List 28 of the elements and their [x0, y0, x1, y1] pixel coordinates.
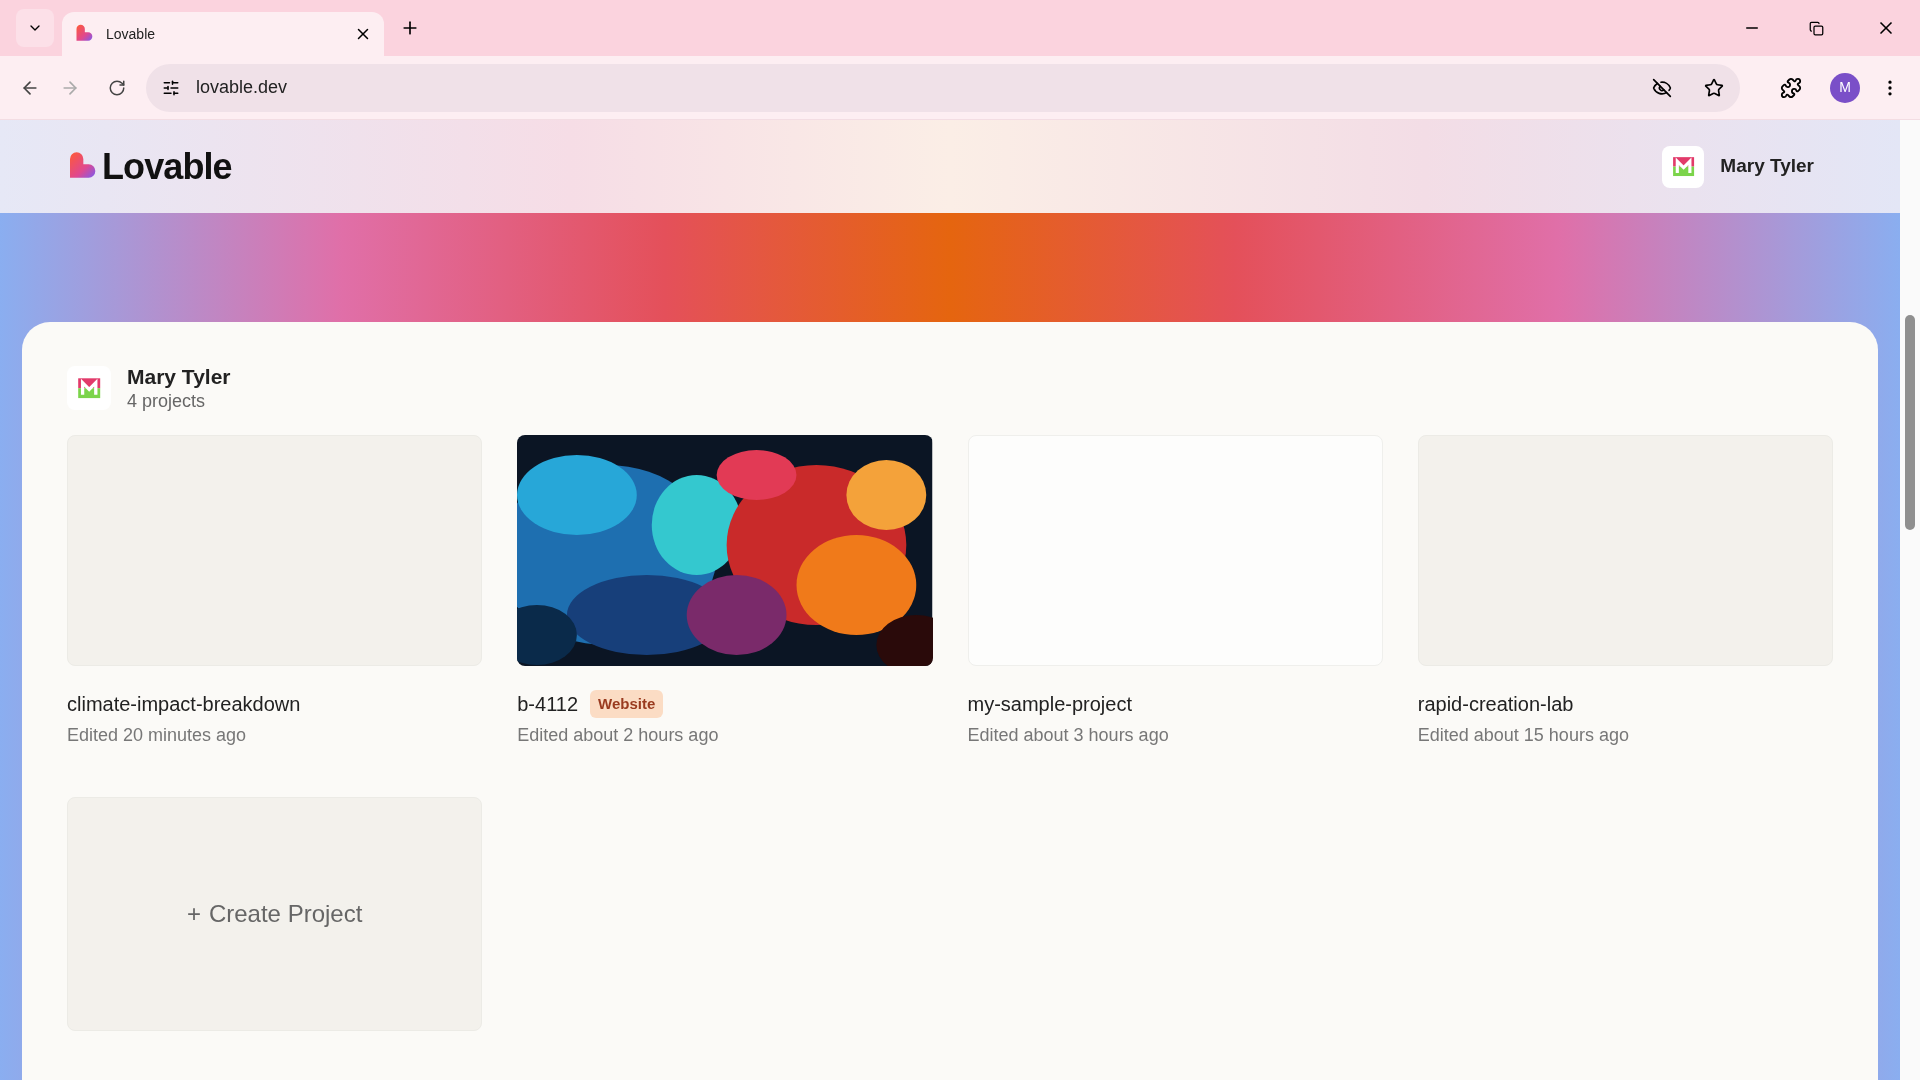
user-name[interactable]: Mary Tyler	[1720, 152, 1814, 181]
profile-avatar[interactable]: M	[1830, 72, 1860, 103]
site-settings-icon[interactable]	[162, 78, 180, 97]
avatar	[67, 366, 111, 411]
project-name[interactable]: climate-impact-breakdown	[67, 688, 301, 719]
avatar	[1662, 145, 1705, 188]
project-name[interactable]: b-4112	[517, 688, 579, 719]
project-name[interactable]: my-sample-project	[967, 688, 1132, 719]
url-text: lovable.dev	[196, 76, 289, 99]
heart-logo-icon	[74, 24, 94, 44]
reload-icon[interactable]	[108, 78, 126, 97]
edited-time: Edited about 2 hours ago	[517, 723, 720, 747]
edited-time: Edited about 3 hours ago	[967, 723, 1170, 747]
edited-time: Edited 20 minutes ago	[67, 723, 248, 747]
type-tag: Website	[590, 689, 664, 718]
project-name[interactable]: rapid-creation-lab	[1417, 688, 1574, 719]
tracking-off-icon[interactable]	[1652, 77, 1672, 98]
extensions-icon[interactable]	[1780, 76, 1802, 99]
project-count: 4 projects	[127, 390, 207, 413]
bookmark-star-icon[interactable]	[1704, 77, 1724, 98]
restore-icon[interactable]	[1809, 20, 1824, 36]
tab-title: Lovable	[106, 24, 157, 44]
workspace-name: Mary Tyler	[127, 364, 231, 390]
browser-tab[interactable]: Lovable	[62, 12, 384, 56]
create-project-button[interactable]: + Create Project	[67, 796, 483, 1031]
edited-time: Edited about 15 hours ago	[1417, 723, 1630, 747]
logo-text[interactable]: Lovable	[102, 139, 232, 194]
address-bar[interactable]: lovable.dev	[146, 63, 1740, 112]
